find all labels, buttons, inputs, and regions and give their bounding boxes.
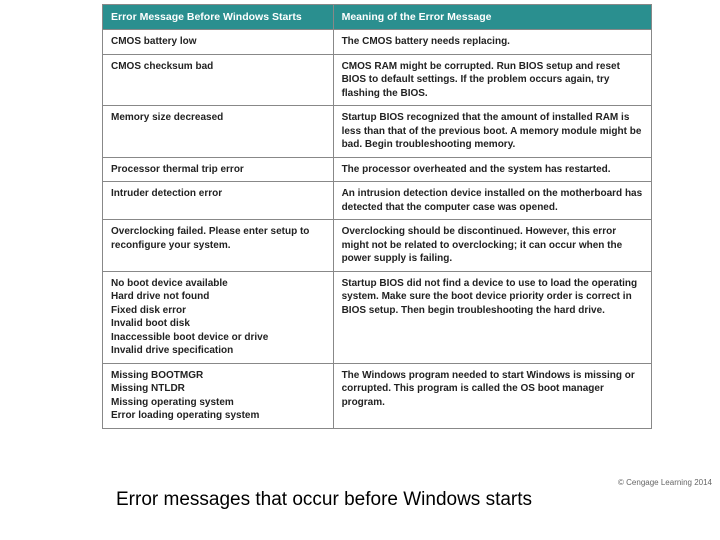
error-table-container: Error Message Before Windows Starts Mean…: [102, 4, 652, 429]
error-messages-table: Error Message Before Windows Starts Mean…: [102, 4, 652, 429]
error-cell: Processor thermal trip error: [103, 157, 334, 182]
table-row: CMOS battery low The CMOS battery needs …: [103, 30, 652, 55]
error-cell: Missing BOOTMGR Missing NTLDR Missing op…: [103, 363, 334, 428]
error-cell: No boot device available Hard drive not …: [103, 271, 334, 363]
header-meaning: Meaning of the Error Message: [333, 5, 651, 30]
figure-caption: Error messages that occur before Windows…: [116, 488, 556, 512]
meaning-cell: The Windows program needed to start Wind…: [333, 363, 651, 428]
meaning-cell: Startup BIOS recognized that the amount …: [333, 106, 651, 158]
table-row: Memory size decreased Startup BIOS recog…: [103, 106, 652, 158]
table-row: Processor thermal trip error The process…: [103, 157, 652, 182]
meaning-cell: The processor overheated and the system …: [333, 157, 651, 182]
meaning-cell: An intrusion detection device installed …: [333, 182, 651, 220]
table-row: Missing BOOTMGR Missing NTLDR Missing op…: [103, 363, 652, 428]
error-cell: CMOS battery low: [103, 30, 334, 55]
meaning-cell: Startup BIOS did not find a device to us…: [333, 271, 651, 363]
meaning-cell: CMOS RAM might be corrupted. Run BIOS se…: [333, 54, 651, 106]
error-cell: Overclocking failed. Please enter setup …: [103, 220, 334, 272]
error-cell: Intruder detection error: [103, 182, 334, 220]
table-row: No boot device available Hard drive not …: [103, 271, 652, 363]
meaning-cell: Overclocking should be discontinued. How…: [333, 220, 651, 272]
table-row: Intruder detection error An intrusion de…: [103, 182, 652, 220]
meaning-cell: The CMOS battery needs replacing.: [333, 30, 651, 55]
error-cell: CMOS checksum bad: [103, 54, 334, 106]
table-header-row: Error Message Before Windows Starts Mean…: [103, 5, 652, 30]
header-error: Error Message Before Windows Starts: [103, 5, 334, 30]
table-row: Overclocking failed. Please enter setup …: [103, 220, 652, 272]
table-row: CMOS checksum bad CMOS RAM might be corr…: [103, 54, 652, 106]
error-cell: Memory size decreased: [103, 106, 334, 158]
copyright-text: © Cengage Learning 2014: [618, 478, 712, 487]
